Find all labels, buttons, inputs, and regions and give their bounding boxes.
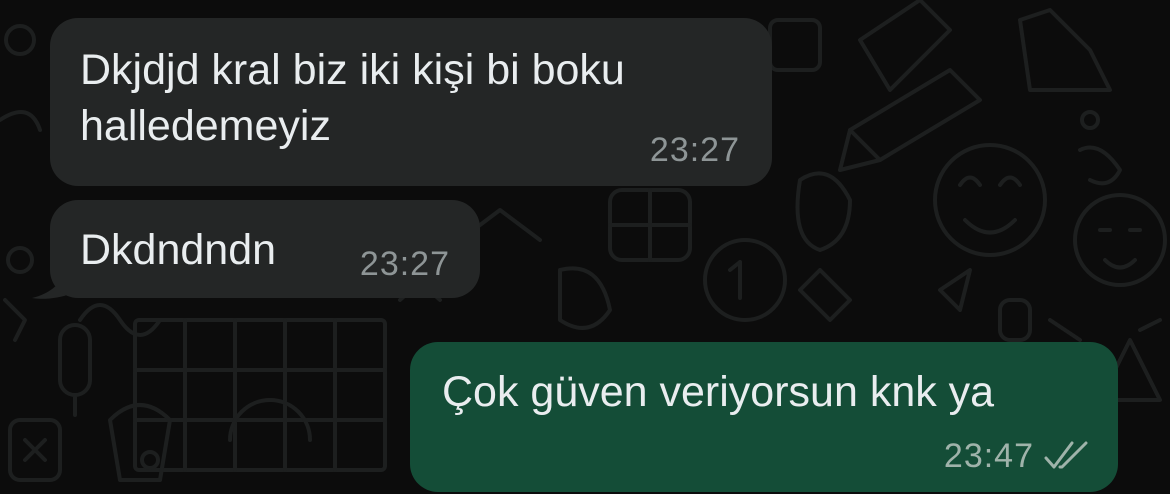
incoming-message-bubble[interactable]: Dkjdjd kral biz iki kişi bi boku hallede… [50,18,772,186]
message-timestamp: 23:27 [359,245,450,283]
message-timestamp: 23:47 [943,437,1034,475]
message-meta: 23:27 [650,130,740,170]
outgoing-message-bubble[interactable]: Çok güven veriyorsun knk ya 23:47 [410,342,1118,492]
message-meta: 23:27 [360,244,450,284]
message-text: Dkjdjd kral biz iki kişi bi boku hallede… [80,46,625,150]
chat-area: Dkjdjd kral biz iki kişi bi boku hallede… [0,0,1170,494]
double-check-icon [1044,441,1090,471]
message-meta: 23:47 [944,436,1090,476]
message-text: Çok güven veriyorsun knk ya [442,368,995,416]
incoming-message-bubble[interactable]: Dkdndndn 23:27 [50,200,480,298]
message-timestamp: 23:27 [649,131,740,169]
